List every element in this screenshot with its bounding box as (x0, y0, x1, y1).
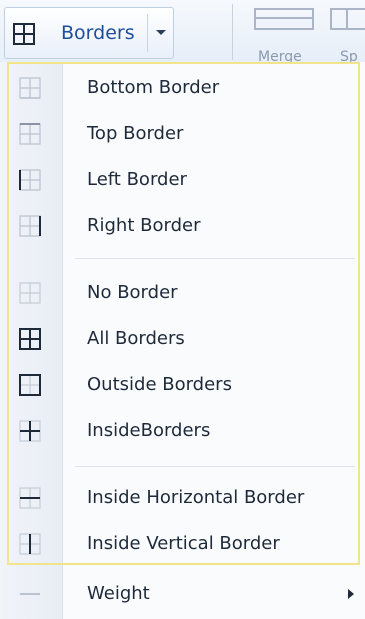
borders-button-label: Borders (61, 22, 135, 44)
all-borders-icon (13, 23, 35, 45)
no-border-icon (19, 282, 41, 304)
merge-button-label: Merge (258, 50, 302, 62)
inside-borders-icon (19, 420, 41, 442)
menu-separator (75, 258, 355, 259)
menu-separator (75, 466, 355, 467)
menu-item-label: InsideBorders (87, 420, 211, 441)
right-border-icon (19, 215, 41, 237)
inside-horizontal-border-icon (19, 487, 41, 509)
menu-item-top-border[interactable]: Top Border (7, 111, 360, 157)
weight-icon (20, 593, 40, 595)
bottom-border-icon (19, 77, 41, 99)
split-button-label: Sp (340, 50, 358, 62)
inside-vertical-border-icon (19, 533, 41, 555)
chevron-down-icon[interactable] (156, 30, 166, 35)
menu-item-inside-borders[interactable]: InsideBorders (7, 408, 360, 454)
borders-dropdown-button[interactable]: Borders (4, 7, 174, 59)
borders-dropdown-menu: Bottom Border Top Border Left Border Rig… (0, 62, 365, 619)
menu-item-inside-horizontal-border[interactable]: Inside Horizontal Border (7, 475, 360, 521)
menu-item-label: No Border (87, 282, 178, 303)
menu-item-label: Outside Borders (87, 374, 232, 395)
split-cells-icon[interactable] (330, 8, 365, 30)
menu-item-label: Inside Vertical Border (87, 533, 280, 554)
menu-item-label: Weight (87, 583, 150, 604)
menu-item-label: Right Border (87, 215, 201, 236)
menu-item-outside-borders[interactable]: Outside Borders (7, 362, 360, 408)
menu-item-bottom-border[interactable]: Bottom Border (7, 65, 360, 111)
menu-item-all-borders[interactable]: All Borders (7, 316, 360, 362)
menu-item-right-border[interactable]: Right Border (7, 203, 360, 249)
merge-cells-icon[interactable] (254, 8, 314, 30)
menu-item-label: All Borders (87, 328, 185, 349)
top-border-icon (19, 123, 41, 145)
menu-item-label: Left Border (87, 169, 187, 190)
menu-item-label: Top Border (87, 123, 184, 144)
ribbon-group-divider (232, 4, 233, 60)
menu-item-no-border[interactable]: No Border (7, 270, 360, 316)
outside-borders-icon (19, 374, 41, 396)
chevron-right-icon (348, 589, 354, 599)
left-border-icon (19, 169, 41, 191)
menu-item-label: Inside Horizontal Border (87, 487, 305, 508)
button-split-divider (147, 14, 148, 52)
menu-item-inside-vertical-border[interactable]: Inside Vertical Border (7, 521, 360, 567)
menu-item-weight[interactable]: Weight (7, 571, 360, 617)
menu-item-label: Bottom Border (87, 77, 220, 98)
all-borders-icon (19, 328, 41, 350)
ribbon-toolbar: Borders Merge Sp (0, 0, 365, 62)
menu-item-left-border[interactable]: Left Border (7, 157, 360, 203)
